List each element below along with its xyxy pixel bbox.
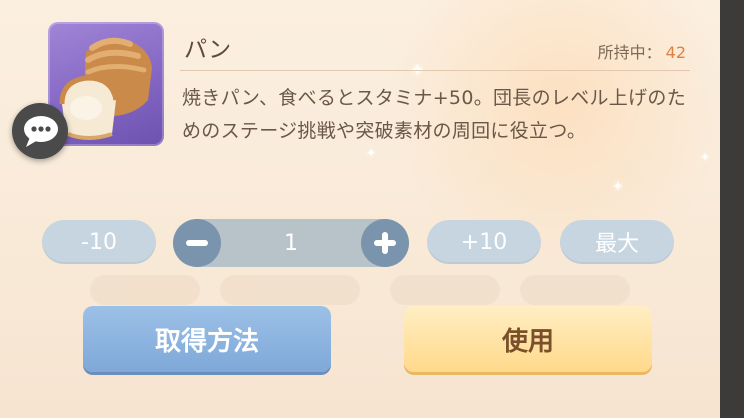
sparkle-icon: ✦ bbox=[612, 179, 624, 195]
decrement-button[interactable] bbox=[173, 219, 221, 267]
sparkle-icon: ✦ bbox=[700, 150, 711, 164]
quantity-value[interactable]: 1 bbox=[233, 219, 349, 267]
use-button[interactable]: 使用 bbox=[404, 306, 652, 372]
minus-icon bbox=[186, 240, 208, 246]
divider bbox=[180, 70, 690, 71]
plus-10-button[interactable]: +10 bbox=[427, 220, 541, 264]
quantity-stepper: 1 bbox=[173, 219, 409, 267]
max-button[interactable]: 最大 bbox=[560, 220, 674, 264]
owned-label: 所持中： bbox=[597, 43, 662, 62]
chat-bubble-icon bbox=[24, 116, 58, 147]
plus-icon bbox=[374, 232, 396, 254]
sparkle-icon: ✦ bbox=[410, 60, 426, 81]
chat-bubble-button[interactable] bbox=[12, 103, 68, 159]
item-use-dialog: ✦ ✦ ✦ ✦ パン 所持中： 42 焼きパン、食べるとスタミナ+50。団長のレベ… bbox=[0, 0, 720, 418]
increment-button[interactable] bbox=[361, 219, 409, 267]
obtain-method-button[interactable]: 取得方法 bbox=[83, 306, 331, 372]
item-name: パン bbox=[184, 37, 232, 63]
owned-count: 所持中： 42 bbox=[598, 39, 686, 63]
background-edge bbox=[720, 0, 744, 418]
minus-10-button[interactable]: -10 bbox=[42, 220, 156, 264]
item-description: 焼きパン、食べるとスタミナ+50。団長のレベル上げのためのステージ挑戦や突破素材… bbox=[182, 87, 687, 142]
ghost-reflection bbox=[90, 275, 650, 305]
owned-value: 42 bbox=[665, 43, 686, 62]
